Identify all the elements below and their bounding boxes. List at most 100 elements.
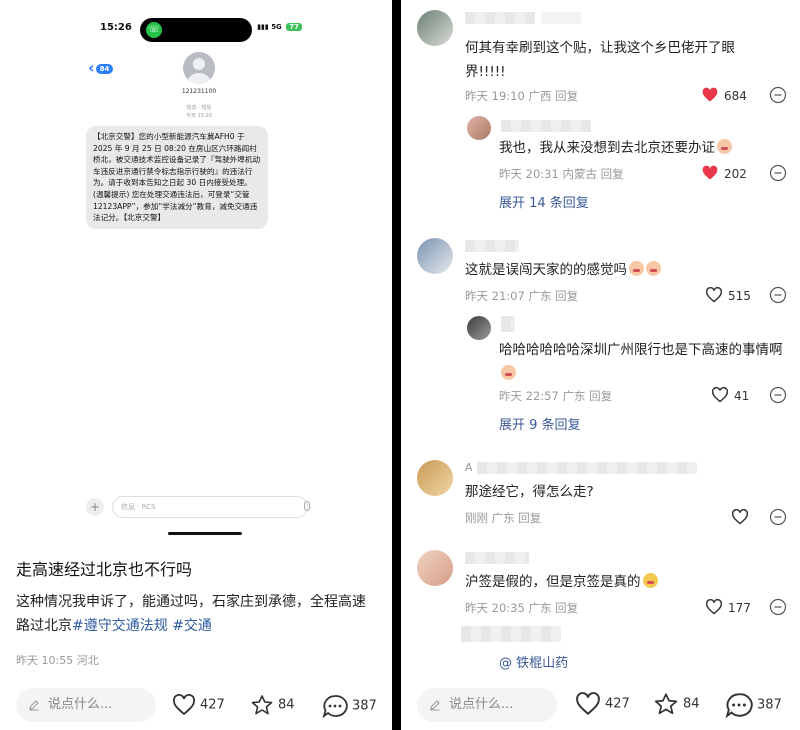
emoji-icon bbox=[717, 139, 732, 154]
username-blurred[interactable] bbox=[465, 552, 529, 564]
emoji-icon bbox=[501, 365, 516, 380]
contact-number: 121231100 bbox=[181, 88, 217, 95]
reply-meta[interactable]: 昨天 20:31 内蒙古 回复 bbox=[499, 166, 624, 182]
reply-meta[interactable]: 昨天 22:57 广东 回复 bbox=[499, 388, 612, 404]
heart-icon bbox=[705, 286, 723, 303]
favorite-count: 84 bbox=[683, 696, 700, 712]
unread-badge: 84 bbox=[95, 63, 114, 74]
username-blurred[interactable] bbox=[465, 240, 519, 252]
chat-bubble-icon bbox=[725, 693, 753, 719]
like-button[interactable]: 427 bbox=[172, 694, 225, 717]
comment-text: 沪签是假的，但是京签是真的 bbox=[465, 570, 765, 594]
mic-icon[interactable] bbox=[304, 501, 310, 511]
call-icon: ☏ bbox=[146, 22, 162, 38]
heart-icon bbox=[705, 598, 723, 615]
favorite-button[interactable]: 84 bbox=[653, 692, 700, 716]
comments-button[interactable]: 387 bbox=[322, 694, 377, 719]
heart-icon bbox=[731, 508, 749, 525]
signal-indicator: ▮▮▮ 5G 77 bbox=[257, 23, 302, 31]
hashtag-traffic[interactable]: #交通 bbox=[172, 618, 212, 634]
more-options-icon[interactable] bbox=[769, 164, 787, 182]
comment-action-bar: 说点什么... 427 84 387 bbox=[417, 686, 787, 726]
home-indicator bbox=[168, 532, 242, 535]
comments-button[interactable]: 387 bbox=[725, 692, 782, 719]
user-avatar[interactable] bbox=[417, 460, 453, 496]
post-panel: 15:26 ☏ ▮▮▮ 5G 77 ‹ 84 121231100 信息 · 短信 … bbox=[0, 0, 392, 730]
comment-like-button[interactable]: 515 bbox=[705, 286, 751, 303]
more-options-icon[interactable] bbox=[769, 508, 787, 526]
comment-placeholder: 说点什么... bbox=[48, 697, 113, 712]
comment-text: 这就是误闯天家的的感觉吗 bbox=[465, 258, 765, 282]
hashtag-traffic-rules[interactable]: #遵守交通法规 bbox=[72, 618, 168, 634]
reply-text: 我也，我从来没想到去北京还要办证 bbox=[499, 136, 769, 160]
post-title: 走高速经过北京也不行吗 bbox=[16, 560, 193, 579]
pen-icon bbox=[29, 700, 39, 711]
status-time: 15:26 bbox=[100, 22, 132, 33]
comment-placeholder: 说点什么... bbox=[449, 697, 514, 712]
reply-text-content: 我也，我从来没想到去北京还要办证 bbox=[499, 140, 715, 156]
comment-input[interactable]: 说点什么... bbox=[16, 688, 156, 722]
expand-replies-link[interactable]: 展开 9 条回复 bbox=[499, 414, 581, 433]
more-options-icon[interactable] bbox=[769, 86, 787, 104]
back-button[interactable]: ‹ 84 bbox=[88, 58, 114, 77]
more-options-icon[interactable] bbox=[769, 386, 787, 404]
more-options-icon[interactable] bbox=[769, 286, 787, 304]
more-options-icon[interactable] bbox=[769, 598, 787, 616]
heart-filled-icon bbox=[702, 87, 718, 102]
mention-link[interactable]: @ 铁棍山药 bbox=[499, 652, 568, 671]
favorite-button[interactable]: 84 bbox=[250, 694, 295, 717]
comment-count: 387 bbox=[757, 697, 782, 713]
reply-text-content: 哈哈哈哈哈哈深圳广州限行也是下高速的事情啊 bbox=[499, 342, 783, 358]
comment-count: 387 bbox=[352, 698, 377, 714]
sms-screenshot: 15:26 ☏ ▮▮▮ 5G 77 ‹ 84 121231100 信息 · 短信 … bbox=[76, 8, 322, 538]
user-avatar[interactable] bbox=[417, 10, 453, 46]
comment-meta[interactable]: 昨天 19:10 广西 回复 bbox=[465, 88, 578, 104]
favorite-count: 84 bbox=[278, 697, 295, 713]
comment-meta[interactable]: 昨天 21:07 广东 回复 bbox=[465, 288, 578, 304]
user-avatar[interactable] bbox=[417, 550, 453, 586]
username-blurred[interactable] bbox=[461, 626, 561, 642]
sms-bubble: 【北京交警】您的小型新能源汽车冀AFH0 于 2025 年 9 月 25 日 0… bbox=[86, 126, 268, 229]
user-avatar[interactable] bbox=[417, 238, 453, 274]
comment-like-count: 515 bbox=[728, 289, 751, 303]
comment-like-button[interactable]: 177 bbox=[705, 598, 751, 615]
star-icon bbox=[654, 693, 678, 715]
username-blurred[interactable] bbox=[501, 316, 515, 332]
comments-panel: 何其有幸刷到这个贴，让我这个乡巴佬开了眼界!!!!! 昨天 19:10 广西 回… bbox=[401, 0, 800, 730]
add-icon[interactable]: + bbox=[86, 498, 104, 516]
username-initial[interactable]: A bbox=[465, 461, 473, 474]
expand-replies-link[interactable]: 展开 14 条回复 bbox=[499, 192, 589, 211]
comment-like-button[interactable]: 41 bbox=[711, 386, 750, 403]
comment-meta[interactable]: 昨天 20:35 广东 回复 bbox=[465, 600, 578, 616]
comment-meta[interactable]: 刚刚 广东 回复 bbox=[465, 510, 541, 526]
heart-icon bbox=[173, 694, 195, 716]
post-meta: 昨天 10:55 河北 bbox=[16, 654, 99, 667]
message-input[interactable]: 信息 · RCS bbox=[112, 496, 308, 518]
pen-icon bbox=[430, 700, 440, 711]
phone-status-bar: 15:26 ☏ ▮▮▮ 5G 77 bbox=[76, 8, 322, 48]
user-avatar[interactable] bbox=[467, 116, 491, 140]
comment-like-button[interactable] bbox=[731, 508, 754, 525]
comment-like-count: 41 bbox=[734, 389, 750, 403]
battery-icon: 77 bbox=[286, 23, 302, 31]
heart-icon bbox=[711, 386, 729, 403]
username-blurred[interactable] bbox=[465, 12, 535, 24]
emoji-icon bbox=[642, 573, 658, 588]
contact-avatar[interactable] bbox=[183, 52, 215, 84]
comment-text: 何其有幸刷到这个贴，让我这个乡巴佬开了眼界!!!!! bbox=[465, 40, 735, 80]
heart-icon bbox=[576, 692, 600, 716]
like-button[interactable]: 427 bbox=[575, 692, 630, 716]
comment-like-button[interactable]: 202 bbox=[701, 165, 747, 181]
comment-like-count: 202 bbox=[724, 167, 747, 181]
like-count: 427 bbox=[200, 697, 225, 713]
comment-like-button[interactable]: 684 bbox=[701, 87, 747, 103]
message-meta: 信息 · 短信 今天 15:20 bbox=[76, 104, 322, 120]
chevron-left-icon: ‹ bbox=[88, 58, 95, 77]
username-blurred[interactable] bbox=[501, 120, 591, 132]
comment-like-count: 684 bbox=[724, 89, 747, 103]
post-body: 这种情况我申诉了，能通过吗，石家庄到承德，全程高速路过北京#遵守交通法规 #交通 bbox=[16, 590, 378, 638]
user-avatar[interactable] bbox=[467, 316, 491, 340]
username-blurred[interactable] bbox=[477, 462, 697, 474]
comment-input[interactable]: 说点什么... bbox=[417, 688, 557, 722]
comment-text-content: 这就是误闯天家的的感觉吗 bbox=[465, 262, 627, 278]
